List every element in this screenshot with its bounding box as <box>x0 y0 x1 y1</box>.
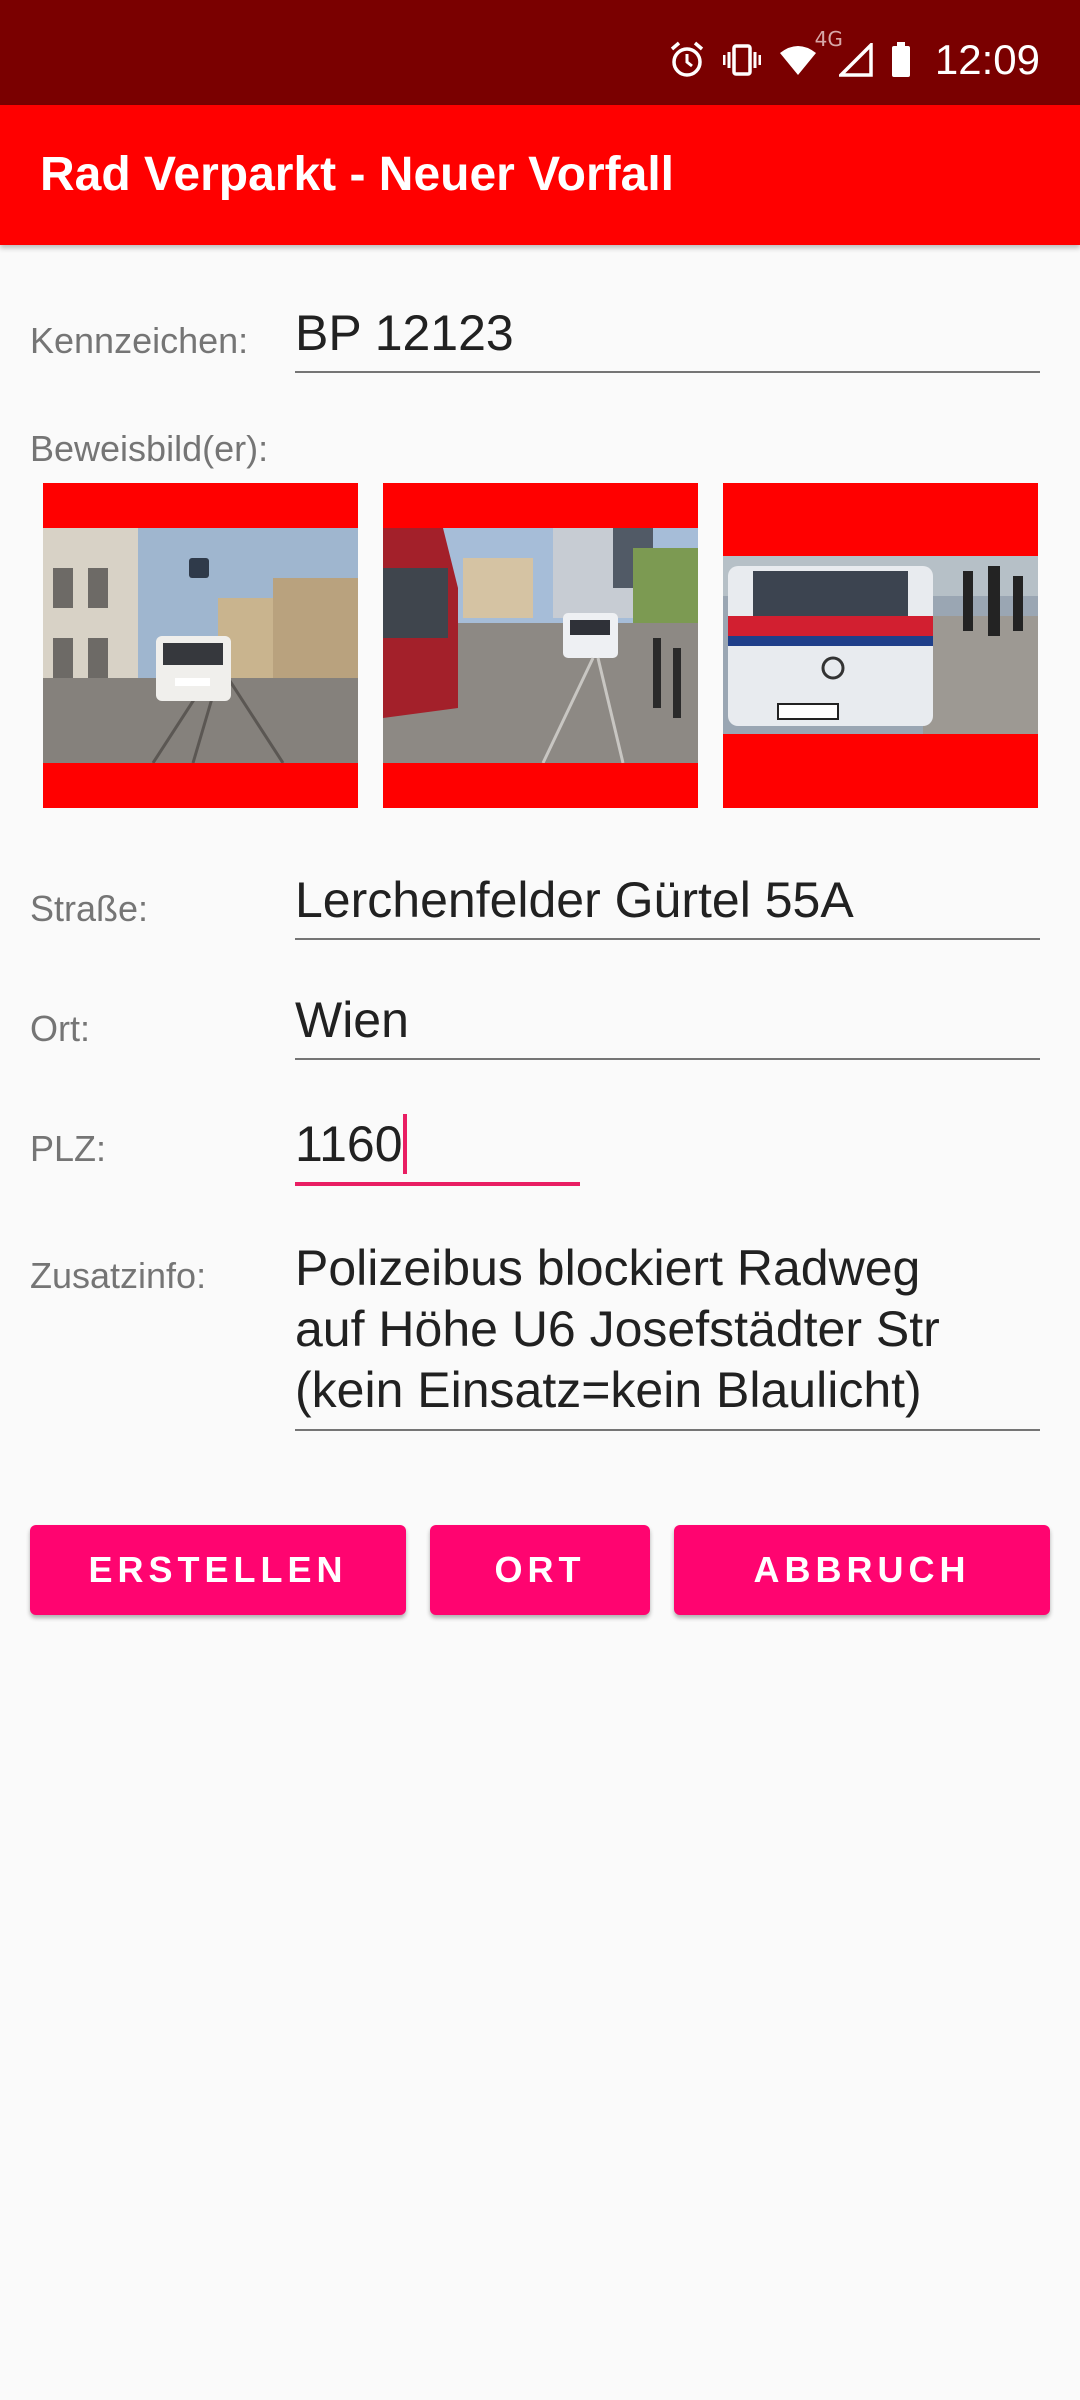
battery-icon <box>891 42 911 78</box>
plz-input[interactable]: 1160 <box>295 1114 580 1186</box>
ort-input[interactable]: Wien <box>295 990 1040 1060</box>
wifi-icon <box>779 44 817 76</box>
strasse-input[interactable]: Lerchenfelder Gürtel 55A <box>295 870 1040 940</box>
evidence-photo-2 <box>383 528 698 763</box>
ort-button[interactable]: ORT <box>430 1525 650 1615</box>
ort-label: Ort: <box>30 1008 90 1049</box>
vibrate-icon <box>722 44 761 76</box>
plz-value: 1160 <box>295 1116 403 1172</box>
zusatzinfo-input[interactable]: Polizeibus blockiert Radweg auf Höhe U6 … <box>295 1238 1040 1431</box>
evidence-photo-3 <box>723 556 1038 734</box>
page-title: Rad Verparkt - Neuer Vorfall <box>40 148 674 201</box>
kennzeichen-label: Kennzeichen: <box>30 320 249 361</box>
alarm-icon <box>669 41 705 79</box>
status-icons: 4G 12:09 <box>669 27 1040 90</box>
zusatzinfo-line-3: (kein Einsatz=kein Blaulicht) <box>295 1362 922 1418</box>
zusatzinfo-label: Zusatzinfo: <box>30 1255 207 1296</box>
evidence-image-1[interactable] <box>43 483 358 808</box>
beweisbilder-label: Beweisbild(er): <box>30 428 269 469</box>
text-cursor <box>402 1114 407 1174</box>
network-type-label: 4G <box>814 27 843 51</box>
zusatzinfo-line-2: auf Höhe U6 Josefstädter Str <box>295 1301 940 1357</box>
kennzeichen-input[interactable]: BP 12123 <box>295 303 1040 373</box>
app-bar: Rad Verparkt - Neuer Vorfall <box>0 105 1080 245</box>
cell-signal-icon: 4G <box>815 27 873 77</box>
status-bar: 4G 12:09 <box>0 0 1080 105</box>
evidence-image-3[interactable] <box>723 483 1038 808</box>
plz-label: PLZ: <box>30 1128 107 1169</box>
evidence-image-2[interactable] <box>383 483 698 808</box>
strasse-label: Straße: <box>30 888 149 929</box>
evidence-photo-1 <box>43 528 358 763</box>
erstellen-button[interactable]: ERSTELLEN <box>30 1525 406 1615</box>
abbruch-button[interactable]: ABBRUCH <box>674 1525 1050 1615</box>
zusatzinfo-line-1: Polizeibus blockiert Radweg <box>295 1240 921 1296</box>
status-time: 12:09 <box>934 36 1040 83</box>
